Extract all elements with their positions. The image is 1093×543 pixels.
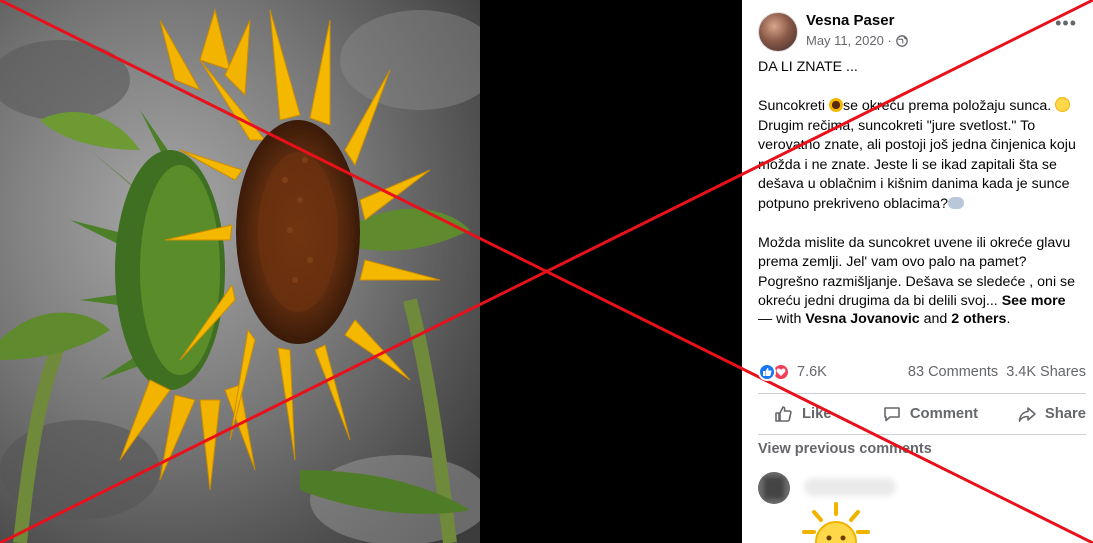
- p1-text-a: Suncokreti: [758, 98, 829, 114]
- action-bar: Like Comment Share: [758, 397, 1086, 431]
- photo-viewer: [0, 0, 742, 543]
- with-suffix: .: [1006, 311, 1011, 327]
- more-options-icon[interactable]: •••: [1055, 14, 1077, 32]
- author-avatar[interactable]: [758, 12, 798, 52]
- comment-bubble-icon: [884, 407, 900, 422]
- globe-icon: [895, 34, 908, 47]
- p1-text-b: se okreću prema položaju sunca.: [842, 98, 1056, 114]
- see-more-link[interactable]: See more: [1002, 293, 1066, 309]
- shares-count[interactable]: 3.4K Shares: [1006, 364, 1086, 380]
- engagement-counts: 83 Comments 3.4K Shares: [908, 364, 1086, 380]
- sunflower-emoji-icon: [828, 98, 843, 112]
- comment-label: Comment: [909, 406, 979, 422]
- post-meta: May 11, 2020 ·: [806, 33, 908, 48]
- with-prefix: — with: [758, 311, 806, 327]
- comments-count[interactable]: 83 Comments: [908, 364, 998, 380]
- divider: [758, 393, 1086, 394]
- post-paragraph-2: Možda mislite da suncokret uvene ili okr…: [758, 234, 1084, 312]
- share-arrow-icon: [1018, 407, 1036, 422]
- view-previous-comments-link[interactable]: View previous comments: [758, 441, 932, 457]
- post-paragraph-1: Suncokreti se okreću prema položaju sunc…: [758, 97, 1084, 214]
- rain-cloud-emoji-icon: [948, 196, 965, 209]
- thumbs-up-icon: [775, 406, 792, 422]
- reaction-count[interactable]: 7.6K: [797, 364, 827, 380]
- tagged-line: — with Vesna Jovanovic and 2 others.: [758, 311, 1010, 327]
- reaction-icons[interactable]: [758, 363, 790, 381]
- like-label: Like: [802, 406, 832, 422]
- reactions-bar: 7.6K 83 Comments 3.4K Shares: [758, 361, 1086, 383]
- post-panel: Vesna Paser May 11, 2020 · ••• DA LI ZNA…: [742, 0, 1093, 543]
- author-name[interactable]: Vesna Paser: [806, 12, 894, 29]
- like-button[interactable]: Like: [758, 404, 878, 424]
- sun-sticker-icon: [802, 502, 870, 543]
- post-date[interactable]: May 11, 2020 ·: [806, 33, 892, 48]
- post-title-line: DA LI ZNATE ...: [758, 59, 858, 75]
- divider: [758, 434, 1086, 435]
- share-label: Share: [1044, 406, 1086, 422]
- sunflowers-photo[interactable]: [0, 0, 480, 543]
- tagged-others-link[interactable]: 2 others: [951, 311, 1006, 327]
- sun-face-emoji-icon: [1055, 97, 1071, 112]
- p1-text-c: Drugim rečima, suncokreti "jure svetlost…: [758, 117, 1076, 212]
- tagged-person-link[interactable]: Vesna Jovanovic: [805, 311, 919, 327]
- post-body: DA LI ZNATE ... Suncokreti se okreću pre…: [758, 58, 1084, 331]
- with-and: and: [919, 311, 952, 327]
- commenter-name-blurred[interactable]: [804, 478, 896, 496]
- like-reaction-icon: [758, 363, 776, 381]
- share-button[interactable]: Share: [982, 404, 1086, 424]
- commenter-avatar[interactable]: [758, 472, 790, 504]
- comment-button[interactable]: Comment: [878, 404, 982, 424]
